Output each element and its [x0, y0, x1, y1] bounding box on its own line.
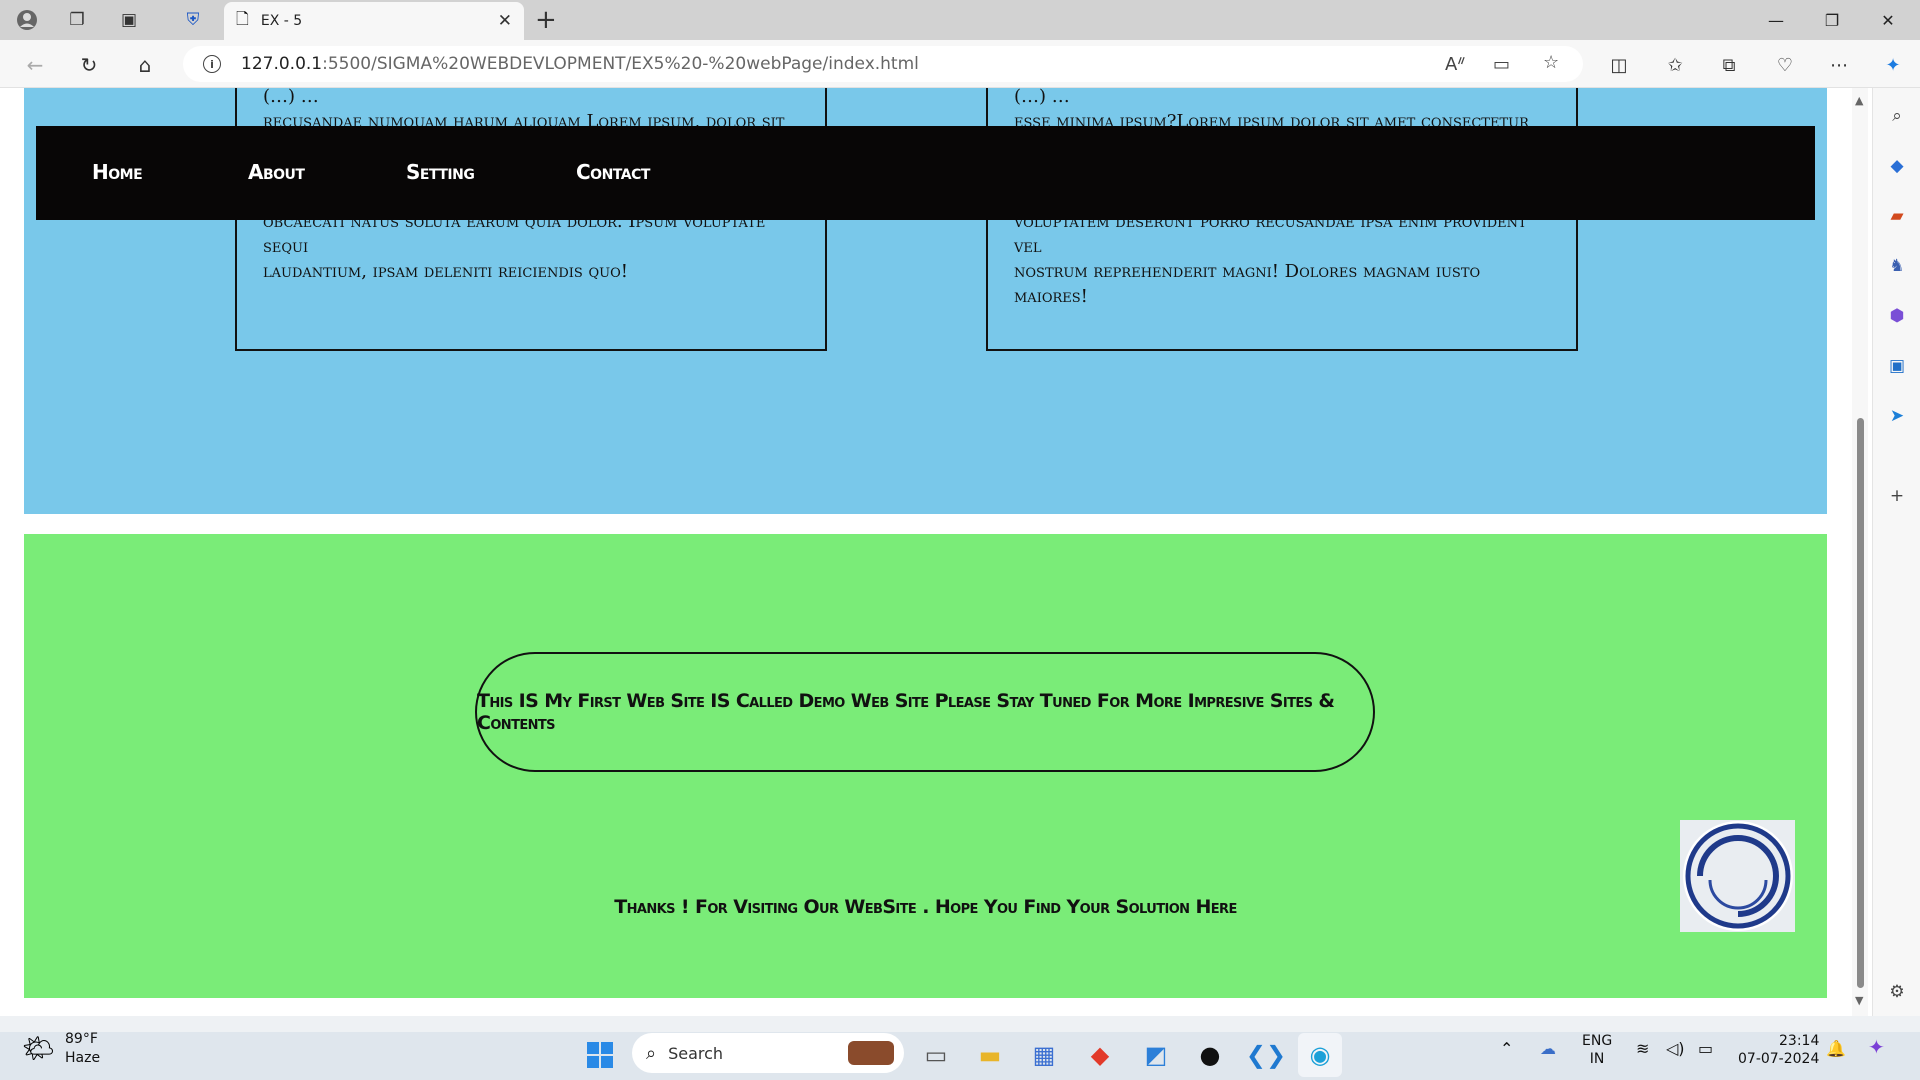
url-text[interactable]: 127.0.0.1:5500/SIGMA%20WEBDEVLOPMENT/EX5… [241, 54, 919, 74]
windows-taskbar [0, 1032, 1920, 1080]
thanks-message: Thanks ! For Visiting Our WebSite . Hope… [614, 896, 1237, 918]
favorite-star-icon[interactable]: ☆ [1543, 52, 1559, 73]
back-icon[interactable]: ← [20, 50, 50, 80]
active-tab[interactable]: 🗋 EX - 5 ✕ [224, 2, 524, 40]
text-box-left-line-6: laudantium, ipsam deleniti reiciendis qu… [263, 261, 629, 282]
workspaces-icon[interactable]: ❐ [62, 6, 92, 34]
home-icon[interactable]: ⌂ [130, 50, 160, 80]
site-navbar: Home About Setting Contact [36, 126, 1815, 220]
minimize-icon[interactable]: — [1748, 4, 1804, 36]
battery-icon[interactable]: ▭ [1698, 1040, 1713, 1058]
footer-section: This IS My First Web Site IS Called Demo… [24, 534, 1827, 998]
taskbar-search[interactable]: ⌕ Search [632, 1033, 904, 1073]
intro-pill: This IS My First Web Site IS Called Demo… [475, 652, 1375, 772]
collections-icon[interactable]: ⧉ [1716, 52, 1742, 78]
close-tab-icon[interactable]: ✕ [498, 11, 512, 31]
volume-icon[interactable]: ◁) [1666, 1040, 1685, 1058]
wifi-icon[interactable]: ≋ [1636, 1040, 1649, 1058]
task-view-icon[interactable]: ▭ [914, 1033, 958, 1077]
page-icon: 🗋 [236, 8, 249, 28]
sidebar-settings-icon[interactable]: ⚙ [1885, 980, 1909, 1004]
circle-logo-image [1680, 820, 1795, 932]
weather-desc: Haze [65, 1050, 101, 1066]
windows-start-icon[interactable] [578, 1033, 622, 1077]
split-screen-icon[interactable]: ◫ [1606, 52, 1632, 78]
games-icon[interactable]: ♞ [1885, 254, 1909, 278]
scroll-down-icon[interactable]: ▼ [1855, 994, 1863, 1007]
address-toolbar: ← ↻ ⌂ i 127.0.0.1:5500/SIGMA%20WEBDEVLOP… [0, 40, 1920, 88]
clock[interactable]: 23:14 07-07-2024 [1738, 1032, 1819, 1068]
copilot-taskbar-icon[interactable]: ✦ [1868, 1037, 1885, 1057]
tab-bar: ❐ ▣ ⛨ 🗋 EX - 5 ✕ + — ❐ ✕ [0, 0, 1920, 40]
weather-temp: 89°F [65, 1031, 98, 1047]
microsoft-store-icon[interactable]: ▦ [1022, 1033, 1066, 1077]
notifications-bell-icon[interactable]: 🔔 [1826, 1040, 1846, 1058]
read-aloud-icon[interactable]: Aᐥ [1445, 54, 1466, 75]
address-bar[interactable]: i 127.0.0.1:5500/SIGMA%20WEBDEVLOPMENT/E… [183, 46, 1583, 82]
lang-top: ENG [1582, 1033, 1613, 1049]
url-path: :5500/SIGMA%20WEBDEVLOPMENT/EX5%20-%20we… [322, 54, 919, 74]
file-explorer-icon[interactable]: ▬ [968, 1033, 1012, 1077]
send-icon[interactable]: ➤ [1885, 404, 1909, 428]
lang-bottom: IN [1589, 1051, 1605, 1067]
close-window-icon[interactable]: ✕ [1860, 4, 1916, 36]
add-sidebar-app-icon[interactable]: + [1885, 484, 1909, 508]
photos-icon[interactable]: ◩ [1134, 1033, 1178, 1077]
weather-text: 89°F Haze [65, 1030, 100, 1068]
app-red-diamond-icon[interactable]: ◆ [1078, 1033, 1122, 1077]
favorites-icon[interactable]: ✩ [1662, 52, 1688, 78]
edge-sidebar: ⌕ ◆ ▰ ♞ ⬢ ▣ ➤ + ⚙ [1872, 88, 1920, 1016]
immersive-reader-icon[interactable]: ▭ [1493, 54, 1510, 75]
search-icon[interactable]: ⌕ [1885, 104, 1909, 128]
text-box-right-line-6: nostrum reprehenderit magni! Dolores mag… [1014, 261, 1481, 307]
nav-link-setting[interactable]: Setting [406, 160, 475, 184]
shopping-tag-icon[interactable]: ◆ [1885, 154, 1909, 178]
text-box-left-line-0: (…) … [263, 88, 319, 107]
page-bottom-strip [0, 1016, 1920, 1032]
text-box-right-line-0: (…) … [1014, 88, 1070, 107]
scroll-up-icon[interactable]: ▲ [1855, 94, 1863, 107]
refresh-icon[interactable]: ↻ [74, 50, 104, 80]
nav-link-contact[interactable]: Contact [576, 160, 650, 184]
github-icon[interactable]: ● [1188, 1033, 1232, 1077]
search-icon: ⌕ [646, 1042, 657, 1064]
search-highlight-image [848, 1041, 894, 1065]
scroll-thumb[interactable] [1857, 418, 1864, 988]
intro-pill-text: This IS My First Web Site IS Called Demo… [477, 690, 1335, 734]
clock-time: 23:14 [1779, 1033, 1820, 1049]
language-indicator[interactable]: ENG IN [1582, 1032, 1612, 1068]
new-tab-icon[interactable]: + [535, 5, 557, 35]
site-info-icon[interactable]: i [203, 55, 221, 73]
tab-actions-icon[interactable]: ▣ [114, 6, 144, 34]
show-hidden-icons-chevron-icon[interactable]: ⌃ [1500, 1040, 1513, 1058]
restore-icon[interactable]: ❐ [1804, 4, 1860, 36]
taskbar-search-label: Search [668, 1043, 724, 1063]
office-icon[interactable]: ⬢ [1885, 304, 1909, 328]
outlook-icon[interactable]: ▣ [1885, 354, 1909, 378]
copilot-icon[interactable]: ✦ [1880, 52, 1906, 78]
edge-icon[interactable]: ◉ [1298, 1033, 1342, 1077]
clock-date: 07-07-2024 [1738, 1051, 1820, 1067]
tools-icon[interactable]: ▰ [1885, 204, 1909, 228]
nav-link-about[interactable]: About [248, 160, 305, 184]
nav-link-home[interactable]: Home [92, 160, 143, 184]
page-scrollbar[interactable]: ▲ ▼ [1852, 88, 1868, 1016]
onedrive-icon[interactable]: ☁ [1540, 1040, 1556, 1058]
more-menu-icon[interactable]: ⋯ [1826, 52, 1852, 78]
browser-essentials-icon[interactable]: ♡ [1772, 52, 1798, 78]
page-viewport: (…) … recusandae numquam harum aliquam L… [0, 88, 1852, 1016]
security-extension-icon[interactable]: ⛨ [178, 6, 208, 34]
vscode-icon[interactable]: ❮❯ [1244, 1033, 1288, 1077]
url-host: 127.0.0.1 [241, 54, 323, 74]
profile-icon[interactable] [12, 6, 42, 34]
tab-title: EX - 5 [260, 13, 303, 29]
weather-icon: 🌤 [22, 1034, 56, 1064]
weather-widget[interactable]: 🌤 89°F Haze [22, 1030, 100, 1068]
